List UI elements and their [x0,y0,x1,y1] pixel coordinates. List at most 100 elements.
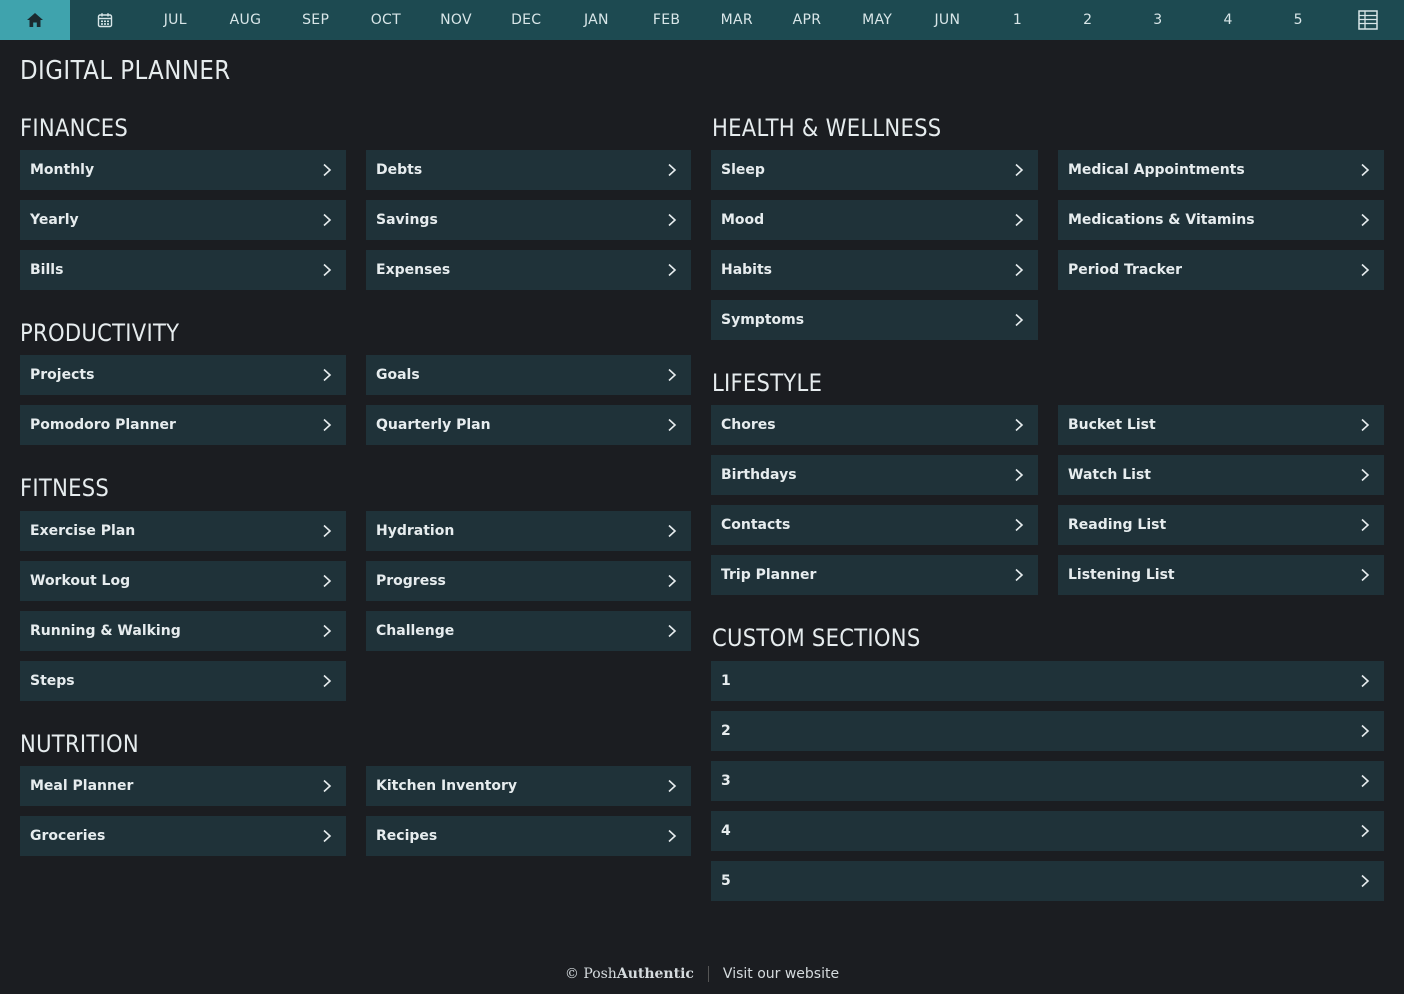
calendar-button[interactable] [70,0,140,40]
nav-custom-5[interactable]: 5 [1263,0,1333,40]
item-expenses[interactable]: Expenses [366,250,691,290]
item-trip-planner[interactable]: Trip Planner [711,555,1038,595]
item-custom-1[interactable]: 1 [711,661,1384,701]
nav-jun[interactable]: JUN [912,0,982,40]
item-quarterly-plan[interactable]: Quarterly Plan [366,405,691,445]
item-hydration[interactable]: Hydration [366,511,691,551]
item-label: 5 [721,873,731,889]
item-meal-planner[interactable]: Meal Planner [20,766,346,806]
item-medications-vitamins[interactable]: Medications & Vitamins [1058,200,1384,240]
item-label: Trip Planner [721,567,817,583]
item-period-tracker[interactable]: Period Tracker [1058,250,1384,290]
nav-custom-4[interactable]: 4 [1193,0,1263,40]
item-goals[interactable]: Goals [366,355,691,395]
item-debts[interactable]: Debts [366,150,691,190]
item-yearly[interactable]: Yearly [20,200,346,240]
item-running-walking[interactable]: Running & Walking [20,611,346,651]
chevron-right-icon [665,163,679,177]
item-bucket-list[interactable]: Bucket List [1058,405,1384,445]
item-custom-5[interactable]: 5 [711,861,1384,901]
visit-website-link[interactable]: Visit our website [723,966,839,982]
nav-custom-1[interactable]: 1 [982,0,1052,40]
chevron-right-icon [320,368,334,382]
item-watch-list[interactable]: Watch List [1058,455,1384,495]
item-birthdays[interactable]: Birthdays [711,455,1038,495]
nav-apr[interactable]: APR [772,0,842,40]
nav-aug[interactable]: AUG [210,0,280,40]
footer-divider [707,966,709,982]
item-savings[interactable]: Savings [366,200,691,240]
item-workout-log[interactable]: Workout Log [20,561,346,601]
item-progress[interactable]: Progress [366,561,691,601]
table-button[interactable] [1333,0,1403,40]
item-listening-list[interactable]: Listening List [1058,555,1384,595]
chevron-right-icon [665,829,679,843]
chevron-right-icon [1358,468,1372,482]
chevron-right-icon [1358,263,1372,277]
item-exercise-plan[interactable]: Exercise Plan [20,511,346,551]
nav-feb[interactable]: FEB [632,0,702,40]
chevron-right-icon [320,624,334,638]
section-title-health: HEALTH & WELLNESS [712,114,942,142]
item-custom-4[interactable]: 4 [711,811,1384,851]
chevron-right-icon [1012,163,1026,177]
item-projects[interactable]: Projects [20,355,346,395]
item-pomodoro-planner[interactable]: Pomodoro Planner [20,405,346,445]
item-reading-list[interactable]: Reading List [1058,505,1384,545]
nav-mar[interactable]: MAR [702,0,772,40]
nav-may[interactable]: MAY [842,0,912,40]
chevron-right-icon [665,624,679,638]
nav-nov[interactable]: NOV [421,0,491,40]
chevron-right-icon [320,213,334,227]
item-steps[interactable]: Steps [20,661,346,701]
nav-custom-2[interactable]: 2 [1053,0,1123,40]
nav-jan[interactable]: JAN [561,0,631,40]
chevron-right-icon [320,524,334,538]
nav-custom-3[interactable]: 3 [1123,0,1193,40]
item-label: Birthdays [721,467,797,483]
chevron-right-icon [1358,213,1372,227]
item-bills[interactable]: Bills [20,250,346,290]
item-symptoms[interactable]: Symptoms [711,300,1038,340]
nav-dec[interactable]: DEC [491,0,561,40]
item-label: Monthly [30,162,95,178]
chevron-right-icon [1358,774,1372,788]
item-medical-appointments[interactable]: Medical Appointments [1058,150,1384,190]
item-label: 2 [721,723,731,739]
item-custom-2[interactable]: 2 [711,711,1384,751]
item-recipes[interactable]: Recipes [366,816,691,856]
brand-logo[interactable]: © PoshAuthentic [565,966,694,982]
table-icon [1358,10,1379,30]
item-challenge[interactable]: Challenge [366,611,691,651]
chevron-right-icon [1012,418,1026,432]
item-groceries[interactable]: Groceries [20,816,346,856]
item-label: Period Tracker [1068,262,1182,278]
chevron-right-icon [1358,568,1372,582]
chevron-right-icon [1012,213,1026,227]
item-sleep[interactable]: Sleep [711,150,1038,190]
item-label: Reading List [1068,517,1167,533]
item-habits[interactable]: Habits [711,250,1038,290]
item-label: Medications & Vitamins [1068,212,1255,228]
item-chores[interactable]: Chores [711,405,1038,445]
item-kitchen-inventory[interactable]: Kitchen Inventory [366,766,691,806]
chevron-right-icon [320,829,334,843]
home-button[interactable] [0,0,70,40]
copyright-symbol: © [564,966,579,982]
item-label: Groceries [30,828,106,844]
item-contacts[interactable]: Contacts [711,505,1038,545]
item-label: Kitchen Inventory [376,778,518,794]
brand-bold: Authentic [616,966,694,982]
nav-oct[interactable]: OCT [351,0,421,40]
chevron-right-icon [665,779,679,793]
item-custom-3[interactable]: 3 [711,761,1384,801]
home-icon [27,13,43,27]
nav-sep[interactable]: SEP [281,0,351,40]
item-mood[interactable]: Mood [711,200,1038,240]
item-monthly[interactable]: Monthly [20,150,346,190]
chevron-right-icon [665,524,679,538]
nav-jul[interactable]: JUL [140,0,210,40]
item-label: Meal Planner [30,778,134,794]
item-label: Exercise Plan [30,523,136,539]
item-label: Savings [376,212,438,228]
